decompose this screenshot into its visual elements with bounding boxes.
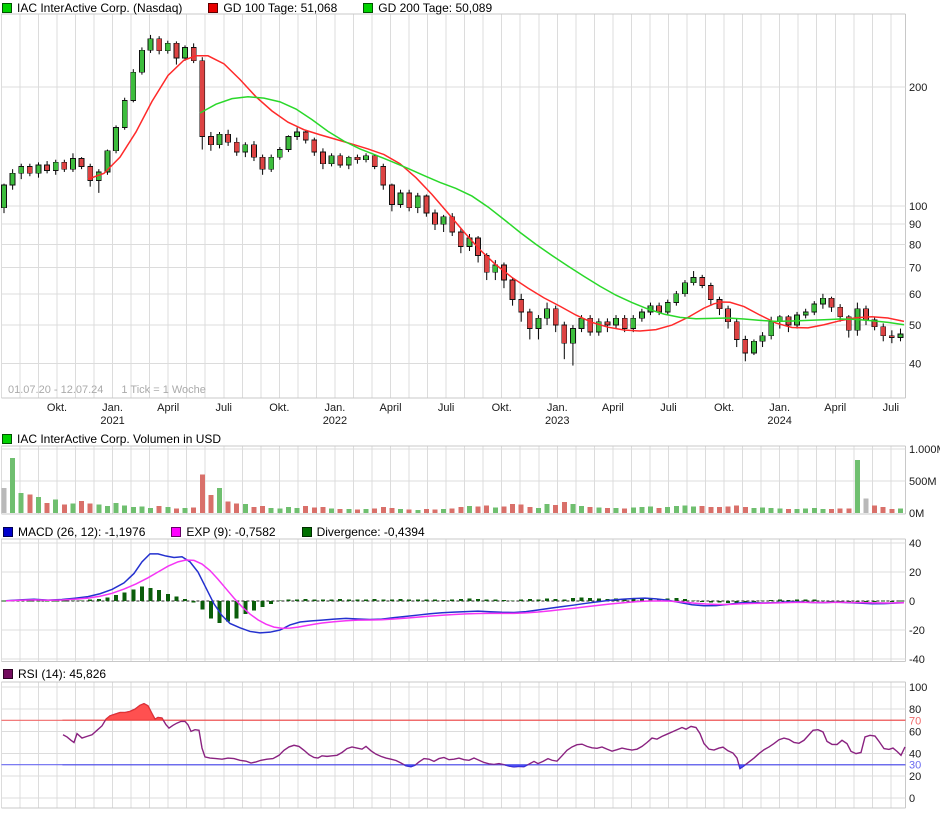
svg-text:500M: 500M <box>909 476 937 488</box>
instrument-label: IAC InterActive Corp. (Nasdaq) <box>17 1 182 15</box>
x-axis-labels: Okt. Jan. April Juli Okt. Jan. April Juli Okt. Ja… <box>47 402 899 427</box>
svg-text:20: 20 <box>909 567 921 579</box>
rsi-swatch <box>3 669 13 679</box>
svg-text:0: 0 <box>909 596 915 608</box>
gd200-label: GD 200 Tage: 50,089 <box>378 1 492 15</box>
svg-text:2021: 2021 <box>100 415 124 427</box>
svg-text:200: 200 <box>909 82 927 94</box>
svg-text:April: April <box>380 402 402 414</box>
rsi-legend: RSI (14): 45,826 <box>3 667 106 681</box>
chart-canvas[interactable]: Okt. Jan. April Juli Okt. Jan. April Juli Okt. Ja… <box>0 0 940 814</box>
svg-text:2024: 2024 <box>767 415 791 427</box>
divergence-swatch <box>302 527 312 537</box>
legend-item-gd200: GD 200 Tage: 50,089 <box>363 1 492 15</box>
macd-legend: MACD (26, 12): -1,1976 EXP (9): -0,7582 … <box>3 525 425 539</box>
legend-item-macd: MACD (26, 12): -1,1976 <box>3 525 145 539</box>
svg-text:Jan.: Jan. <box>325 402 346 414</box>
svg-text:50: 50 <box>909 320 921 332</box>
volume-label: IAC InterActive Corp. Volumen in USD <box>17 432 221 446</box>
svg-text:Okt.: Okt. <box>47 402 67 414</box>
svg-text:-40: -40 <box>909 654 925 666</box>
svg-text:Juli: Juli <box>883 402 900 414</box>
legend-item-rsi: RSI (14): 45,826 <box>3 667 106 681</box>
svg-text:Juli: Juli <box>438 402 455 414</box>
svg-text:100: 100 <box>909 682 927 694</box>
legend-item-divergence: Divergence: -0,4394 <box>302 525 425 539</box>
rsi-panel <box>1 704 905 769</box>
date-range-note: 01.07.20 - 12.07.24 1 Tick = 1 Woche <box>8 384 206 396</box>
svg-text:40: 40 <box>909 538 921 550</box>
svg-text:April: April <box>602 402 624 414</box>
svg-text:90: 90 <box>909 219 921 231</box>
svg-text:1.000M: 1.000M <box>909 444 940 456</box>
main-chart-legend: IAC InterActive Corp. (Nasdaq) GD 100 Ta… <box>2 1 492 15</box>
legend-item-volume: IAC InterActive Corp. Volumen in USD <box>2 432 221 446</box>
svg-text:April: April <box>824 402 846 414</box>
svg-text:100: 100 <box>909 201 927 213</box>
exp-swatch <box>171 527 181 537</box>
svg-text:60: 60 <box>909 726 921 738</box>
legend-item-exp: EXP (9): -0,7582 <box>171 525 275 539</box>
gd200-swatch <box>363 3 373 13</box>
svg-text:70: 70 <box>909 262 921 274</box>
volume-legend: IAC InterActive Corp. Volumen in USD <box>2 432 221 446</box>
svg-text:Jan.: Jan. <box>769 402 790 414</box>
volume-panel <box>2 458 903 513</box>
svg-text:Juli: Juli <box>660 402 677 414</box>
svg-text:40: 40 <box>909 358 921 370</box>
legend-item-gd100: GD 100 Tage: 51,068 <box>208 1 337 15</box>
svg-text:-20: -20 <box>909 625 925 637</box>
svg-text:0: 0 <box>909 793 915 805</box>
gd100-label: GD 100 Tage: 51,068 <box>223 1 337 15</box>
y-axis-labels: 2001009080706050401.000M500M0M40200-20-4… <box>909 82 940 805</box>
divergence-label: Divergence: -0,4394 <box>317 525 425 539</box>
macd-swatch <box>3 527 13 537</box>
rsi-label: RSI (14): 45,826 <box>18 667 106 681</box>
stock-chart-screen: Okt. Jan. April Juli Okt. Jan. April Juli Okt. Ja… <box>0 0 940 814</box>
svg-text:0M: 0M <box>909 508 924 520</box>
svg-text:Jan.: Jan. <box>102 402 123 414</box>
date-range: 01.07.20 - 12.07.24 <box>8 384 103 396</box>
svg-text:20: 20 <box>909 771 921 783</box>
svg-text:2023: 2023 <box>545 415 569 427</box>
svg-text:Juli: Juli <box>216 402 233 414</box>
svg-text:Okt.: Okt. <box>492 402 512 414</box>
exp-label: EXP (9): -0,7582 <box>186 525 275 539</box>
macd-panel <box>1 554 905 633</box>
svg-text:Okt.: Okt. <box>714 402 734 414</box>
svg-text:60: 60 <box>909 289 921 301</box>
instrument-swatch <box>2 3 12 13</box>
svg-text:Okt.: Okt. <box>269 402 289 414</box>
svg-text:80: 80 <box>909 239 921 251</box>
svg-text:Jan.: Jan. <box>547 402 568 414</box>
svg-text:2022: 2022 <box>323 415 347 427</box>
volume-swatch <box>2 434 12 444</box>
legend-item-instrument: IAC InterActive Corp. (Nasdaq) <box>2 1 182 15</box>
tick-note: 1 Tick = 1 Woche <box>121 384 205 396</box>
price-panel <box>2 35 905 366</box>
gd100-swatch <box>208 3 218 13</box>
svg-text:April: April <box>157 402 179 414</box>
macd-label: MACD (26, 12): -1,1976 <box>18 525 145 539</box>
